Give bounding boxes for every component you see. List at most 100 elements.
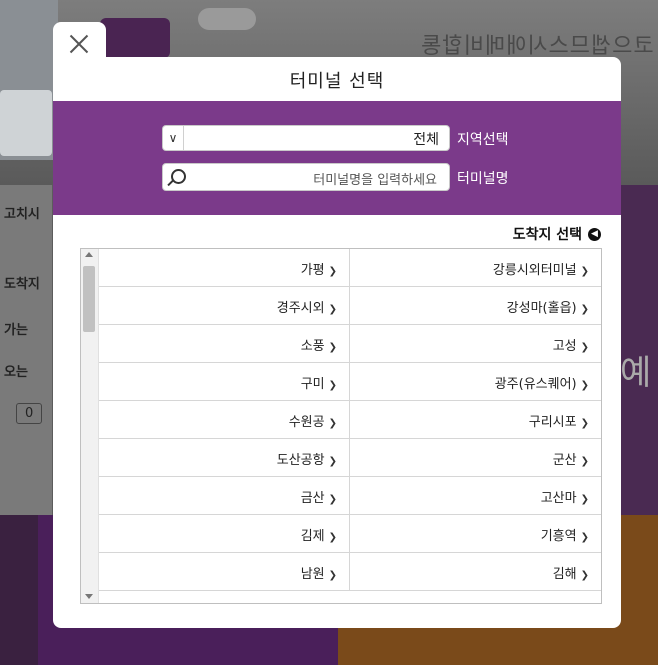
terminal-item[interactable]: 강성마(홀읍) ❯	[350, 287, 601, 325]
terminal-item[interactable]: 김해 ❯	[350, 553, 601, 591]
chevron-right-icon: ❯	[328, 494, 337, 505]
terminal-item[interactable]: 소풍 ❯	[99, 325, 350, 363]
terminal-item[interactable]: 수원공 ❯	[99, 401, 350, 439]
background-cloud	[198, 8, 256, 30]
region-select-value: 전체	[413, 132, 439, 148]
terminal-item[interactable]: 구리시포 ❯	[350, 401, 601, 439]
terminal-item-content: 수원공 ❯	[289, 411, 337, 430]
background-logo	[100, 18, 170, 58]
background-big-char: 예	[620, 353, 652, 393]
terminal-item-label: 가평	[300, 263, 325, 278]
terminal-item-label: 금산	[300, 491, 325, 506]
terminal-item-content: 금산 ❯	[301, 487, 337, 506]
terminal-item-content: 구미 ❯	[301, 373, 337, 392]
chevron-right-icon: ❯	[580, 570, 589, 581]
terminal-item[interactable]: 기흥역 ❯	[350, 515, 601, 553]
terminal-item-label: 기흥역	[540, 529, 577, 544]
terminal-search-input[interactable]: 터미널명을 입력하세요	[162, 163, 450, 191]
terminal-item[interactable]: 경주시외 ❯	[99, 287, 350, 325]
background-side-label: 가는	[4, 323, 28, 338]
terminal-item[interactable]: 구미 ❯	[99, 363, 350, 401]
scroll-up-arrow-icon[interactable]	[85, 252, 93, 257]
terminal-item-content: 강릉시외터미널 ❯	[493, 259, 589, 278]
chevron-left-circle-icon: ◀	[588, 227, 601, 241]
terminal-item-content: 가평 ❯	[301, 259, 337, 278]
terminal-item-content: 고산마 ❯	[541, 487, 589, 506]
chevron-right-icon: ❯	[580, 266, 589, 277]
chevron-right-icon: ❯	[328, 380, 337, 391]
terminal-item-label: 수원공	[288, 415, 325, 430]
close-icon[interactable]	[67, 32, 91, 56]
terminal-item[interactable]: 고성 ❯	[350, 325, 601, 363]
terminal-list: 가평 ❯ 강릉시외터미널 ❯ 경주시외 ❯ 강성마(홀읍) ❯ 소풍 ❯ 고성 ❯ 구미 ❯ 광주(유스퀘어…	[80, 248, 602, 604]
terminal-select-modal: 터미널 선택 지역선택 ∨ 전체 터미널명 터미널명을 입력하세요 ◀ 도착지 …	[53, 57, 621, 628]
terminal-item-content: 도산공항 ❯	[277, 449, 337, 468]
chevron-right-icon: ❯	[328, 418, 337, 429]
terminal-item-label: 강릉시외터미널	[492, 263, 577, 278]
terminal-item-content: 남원 ❯	[301, 563, 337, 582]
terminal-item-label: 도산공항	[276, 453, 325, 468]
chevron-right-icon: ❯	[580, 494, 589, 505]
chevron-right-icon: ❯	[580, 418, 589, 429]
chevron-right-icon: ❯	[580, 532, 589, 543]
terminal-item-label: 강성마(홀읍)	[506, 301, 577, 316]
terminal-item-content: 경주시외 ❯	[277, 297, 337, 316]
terminal-item[interactable]: 남원 ❯	[99, 553, 350, 591]
terminal-item[interactable]: 금산 ❯	[99, 477, 350, 515]
terminal-item[interactable]: 광주(유스퀘어) ❯	[350, 363, 601, 401]
scrollbar-thumb[interactable]	[83, 266, 95, 332]
terminal-item-content: 소풍 ❯	[301, 335, 337, 354]
terminal-item-content: 광주(유스퀘어) ❯	[495, 373, 589, 392]
region-select[interactable]: ∨ 전체	[162, 125, 450, 151]
chevron-right-icon: ❯	[580, 456, 589, 467]
terminal-item[interactable]: 가평 ❯	[99, 249, 350, 287]
terminal-search-label: 터미널명	[457, 171, 509, 187]
terminal-item[interactable]: 군산 ❯	[350, 439, 601, 477]
terminal-item-label: 김제	[300, 529, 325, 544]
search-icon[interactable]	[171, 169, 186, 184]
chevron-right-icon: ❯	[328, 304, 337, 315]
scroll-down-arrow-icon[interactable]	[85, 594, 93, 599]
terminal-item-label: 광주(유스퀘어)	[494, 377, 577, 392]
terminal-item[interactable]: 강릉시외터미널 ❯	[350, 249, 601, 287]
section-title-text: 도착지 선택	[512, 227, 582, 243]
terminal-item[interactable]: 김제 ❯	[99, 515, 350, 553]
chevron-right-icon: ❯	[580, 342, 589, 353]
terminal-item[interactable]: 도산공항 ❯	[99, 439, 350, 477]
terminal-item-label: 군산	[552, 453, 577, 468]
chevron-right-icon: ❯	[328, 342, 337, 353]
search-placeholder: 터미널명을 입력하세요	[313, 173, 437, 188]
terminal-item[interactable]: 고산마 ❯	[350, 477, 601, 515]
terminal-item-content: 구리시포 ❯	[529, 411, 589, 430]
terminal-item-label: 구미	[300, 377, 325, 392]
search-panel: 지역선택 ∨ 전체 터미널명 터미널명을 입력하세요	[53, 101, 621, 215]
background-side-label: 도착지	[4, 277, 40, 292]
terminal-item-label: 남원	[300, 567, 325, 582]
terminal-item-content: 강성마(홀읍) ❯	[507, 297, 589, 316]
chevron-right-icon: ❯	[328, 532, 337, 543]
region-select-label: 지역선택	[457, 132, 509, 148]
chevron-right-icon: ❯	[328, 570, 337, 581]
scrollbar[interactable]	[81, 249, 99, 603]
background-side-panel: 고치시 도착지 가는 오는 0	[0, 185, 53, 515]
chevron-right-icon: ❯	[328, 266, 337, 277]
chevron-right-icon: ❯	[328, 456, 337, 467]
terminal-item-content: 기흥역 ❯	[541, 525, 589, 544]
terminal-item-label: 소풍	[300, 339, 325, 354]
background-side-label: 오는	[4, 365, 28, 380]
background-headline: 코으셉므스시애메비합통	[420, 34, 654, 59]
chevron-right-icon: ❯	[580, 380, 589, 391]
terminal-item-content: 고성 ❯	[553, 335, 589, 354]
terminal-item-content: 군산 ❯	[553, 449, 589, 468]
terminal-item-label: 고성	[552, 339, 577, 354]
section-title: ◀ 도착지 선택	[513, 224, 601, 244]
terminal-item-content: 김제 ❯	[301, 525, 337, 544]
terminal-item-label: 김해	[552, 567, 577, 582]
chevron-down-icon[interactable]: ∨	[163, 126, 184, 150]
terminal-item-label: 경주시외	[276, 301, 325, 316]
terminal-item-label: 고산마	[540, 491, 577, 506]
background-side-label: 고치시	[4, 207, 40, 222]
terminal-item-content: 김해 ❯	[553, 563, 589, 582]
modal-title: 터미널 선택	[289, 71, 385, 92]
background-bus-image	[0, 90, 52, 156]
